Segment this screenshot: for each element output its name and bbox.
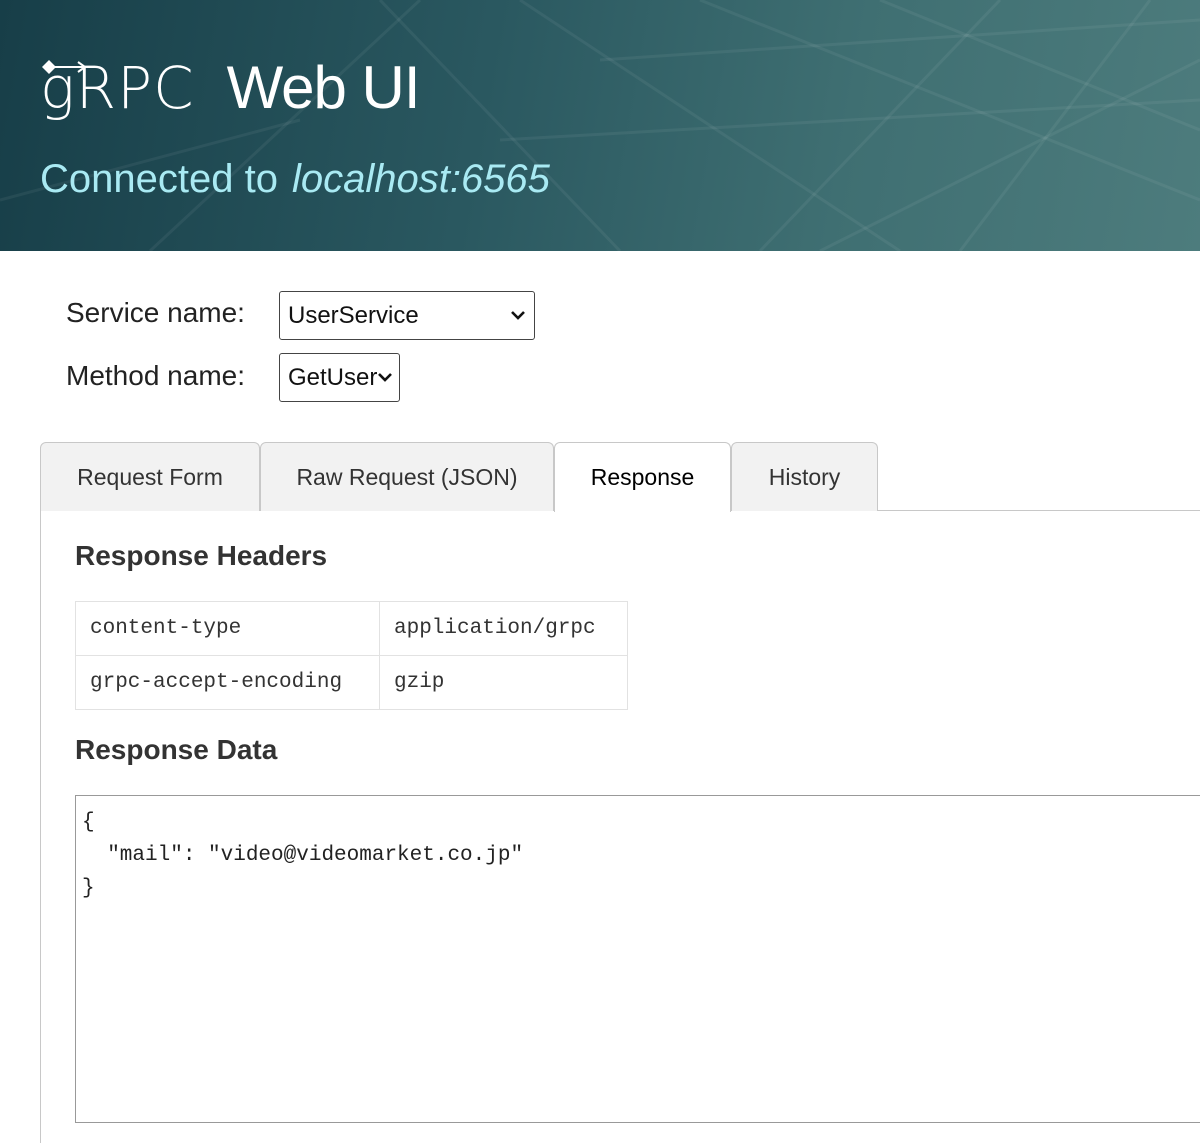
header-value: gzip xyxy=(379,655,628,710)
header-key: content-type xyxy=(75,601,380,656)
method-name-label: Method name: xyxy=(66,360,245,391)
method-name-value: GetUser xyxy=(288,363,378,391)
logo-row: gRPC Web UI xyxy=(40,52,421,132)
chevron-down-icon xyxy=(378,373,392,382)
chevron-down-icon xyxy=(511,311,525,320)
grpc-logo-icon xyxy=(42,60,87,74)
header-key: grpc-accept-encoding xyxy=(75,655,380,710)
response-data-title: Response Data xyxy=(75,734,278,765)
tab-bar: Request Form Raw Request (JSON) Response… xyxy=(40,442,1200,512)
service-name-value: UserService xyxy=(288,301,419,329)
method-name-select[interactable]: GetUser xyxy=(279,353,400,402)
app-header: gRPC Web UI Connected to localhost:6565 xyxy=(0,0,1200,251)
response-headers-table: content-type application/grpc grpc-accep… xyxy=(75,601,628,710)
tab-response[interactable]: Response xyxy=(554,442,731,512)
grpc-logo: gRPC xyxy=(40,52,195,124)
response-panel: Response Headers content-type applicatio… xyxy=(40,510,1200,1143)
tab-history[interactable]: History xyxy=(731,442,878,511)
response-headers-title: Response Headers xyxy=(75,540,328,571)
header-value: application/grpc xyxy=(379,601,628,656)
tab-request-form[interactable]: Request Form xyxy=(40,442,260,511)
table-row: grpc-accept-encoding gzip xyxy=(75,655,628,710)
service-name-select[interactable]: UserService xyxy=(279,291,535,340)
connected-prefix: Connected to xyxy=(40,157,278,201)
response-data-textarea[interactable]: { "mail": "video@videomarket.co.jp" } xyxy=(75,795,1200,1123)
tab-raw-request-json[interactable]: Raw Request (JSON) xyxy=(260,442,554,511)
service-name-label: Service name: xyxy=(66,297,245,328)
connection-status: Connected to localhost:6565 xyxy=(40,153,550,205)
table-row: content-type application/grpc xyxy=(75,601,628,656)
connected-host: localhost:6565 xyxy=(291,157,550,201)
app-title: Web UI xyxy=(226,54,421,121)
